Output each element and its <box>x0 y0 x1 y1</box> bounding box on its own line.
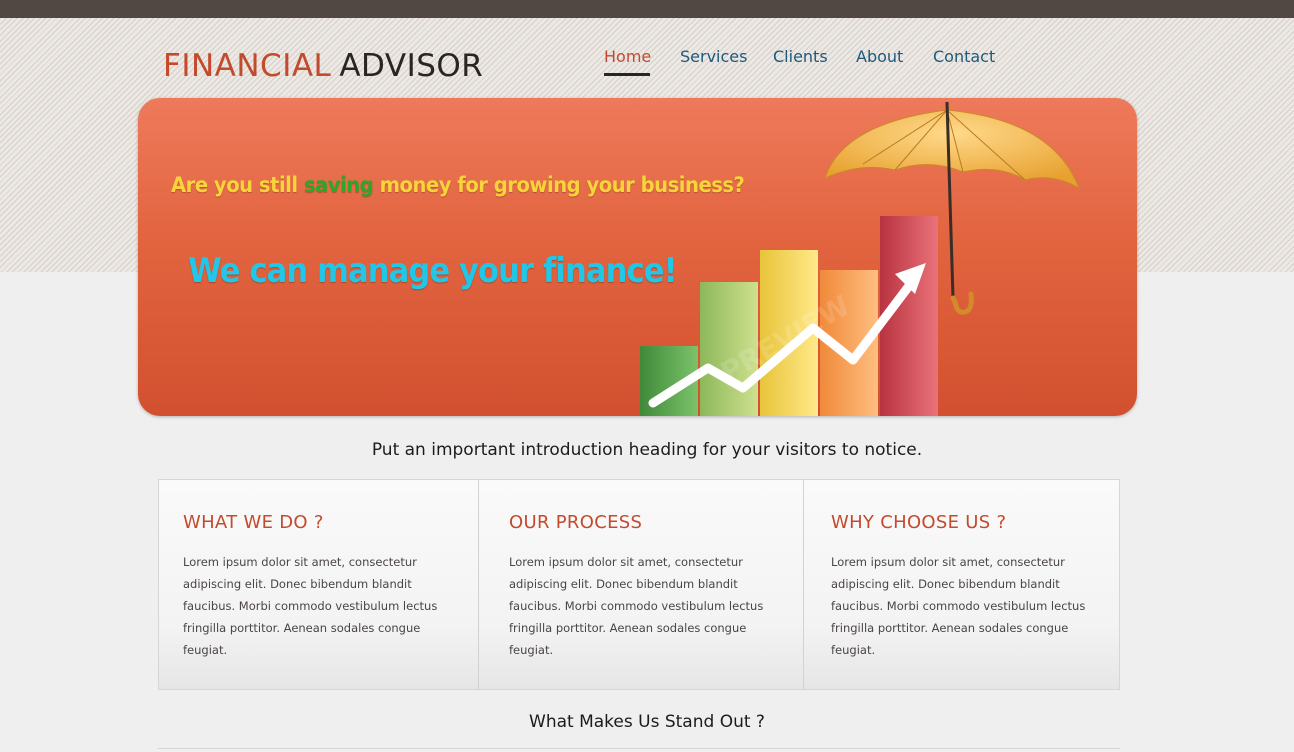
feature-cards: WHAT WE DO ? Lorem ipsum dolor sit amet,… <box>158 479 1120 690</box>
nav-about[interactable]: About <box>856 47 903 67</box>
stand-out-heading: What Makes Us Stand Out ? <box>529 712 765 732</box>
umbrella-canopy <box>824 109 1080 190</box>
card-text: Lorem ipsum dolor sit amet, consectetur … <box>183 555 438 657</box>
card-title: WHAT WE DO ? <box>183 512 324 533</box>
card-text: Lorem ipsum dolor sit amet, consectetur … <box>831 555 1086 657</box>
hero-banner: Are you still saving money for growing y… <box>138 98 1137 416</box>
nav-active-indicator <box>604 73 650 76</box>
nav-contact[interactable]: Contact <box>933 47 995 67</box>
card-what-we-do: WHAT WE DO ? Lorem ipsum dolor sit amet,… <box>159 480 478 689</box>
card-our-process: OUR PROCESS Lorem ipsum dolor sit amet, … <box>478 480 803 689</box>
hero-headline: We can manage your finance! <box>188 251 678 291</box>
card-text: Lorem ipsum dolor sit amet, consectetur … <box>509 555 764 657</box>
hero-tagline-highlight: saving <box>303 173 374 197</box>
intro-heading: Put an important introduction heading fo… <box>371 440 923 460</box>
top-bar <box>0 0 1294 18</box>
nav-services[interactable]: Services <box>680 47 747 67</box>
umbrella-handle <box>950 291 974 315</box>
hero-illustration: PREVIEW <box>640 101 1080 416</box>
hero-tagline-start: Are you still <box>171 173 304 197</box>
card-title: OUR PROCESS <box>509 512 643 533</box>
section-divider <box>158 748 1120 749</box>
card-why-choose-us: WHY CHOOSE US ? Lorem ipsum dolor sit am… <box>803 480 1119 689</box>
nav-clients[interactable]: Clients <box>773 47 828 67</box>
nav-home[interactable]: Home <box>604 47 651 67</box>
card-title: WHY CHOOSE US ? <box>831 512 1007 533</box>
